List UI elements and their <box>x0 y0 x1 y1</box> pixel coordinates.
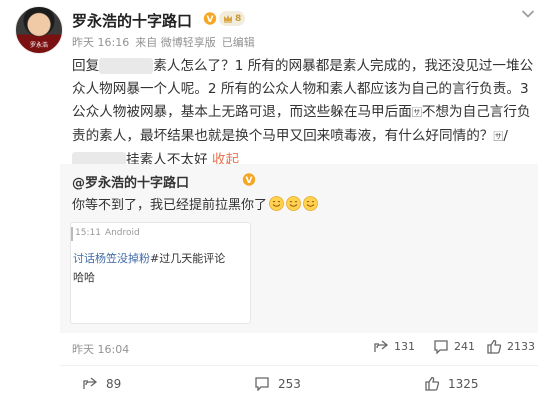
post-source: 来自 微博轻享版 <box>135 36 216 49</box>
emoji-glyph-2: 🈂 <box>493 132 504 143</box>
screenshot-topic-rest: #过几天能评论 <box>150 252 226 265</box>
quoted-comment-action[interactable]: 241 <box>433 339 475 354</box>
vip-badge-icon[interactable]: V <box>203 12 217 25</box>
crown-icon <box>224 15 232 23</box>
reply-prefix: 回复 <box>72 58 100 74</box>
level-number: 8 <box>235 13 242 24</box>
body-part-3: / <box>503 128 508 144</box>
comment-button[interactable]: 253 <box>254 376 301 391</box>
avatar-caption: 罗永浩 <box>29 42 48 49</box>
screenshot-time: 15:11 <box>75 228 101 238</box>
smile-emoji-icon <box>286 196 301 211</box>
quoted-comment-count: 241 <box>454 340 475 353</box>
quoted-repost-count: 131 <box>394 340 415 353</box>
repost-button[interactable]: 89 <box>82 376 121 391</box>
svg-text:V: V <box>246 176 253 186</box>
vip-badge-icon: V <box>242 173 256 186</box>
post-meta: 昨天 16:16 来自 微博轻享版 已编辑 <box>72 34 255 50</box>
repost-count: 89 <box>106 376 122 391</box>
chevron-down-icon[interactable] <box>521 9 535 19</box>
smile-emoji-icon <box>303 196 318 211</box>
share-icon <box>374 340 389 352</box>
author-name[interactable]: 罗永浩的十字路口 <box>72 10 192 31</box>
emoji-glyph: 🈂 <box>411 108 422 119</box>
divider <box>60 365 538 366</box>
quoted-time[interactable]: 昨天 16:04 <box>72 341 129 357</box>
screenshot-device: Android <box>104 228 140 238</box>
weibo-post: 罗永浩 罗永浩的十字路口 V 8 昨天 16:16 来自 微博轻享版 已编辑 回… <box>0 0 550 401</box>
member-level-badge[interactable]: 8 <box>219 11 246 26</box>
like-count: 1325 <box>448 376 479 391</box>
blurred-username: x <box>99 58 154 74</box>
quoted-repost-action[interactable]: 131 <box>373 339 415 354</box>
svg-text:V: V <box>207 15 214 25</box>
screenshot-line2: 哈哈 <box>73 271 95 284</box>
comment-icon <box>434 340 448 354</box>
thumbs-up-icon <box>425 376 440 391</box>
comment-icon <box>255 377 269 391</box>
like-button[interactable]: 1325 <box>424 376 479 391</box>
screenshot-topic-line: 讨话杨笠没掉粉#过几天能评论 <box>73 250 225 266</box>
screenshot-divider <box>71 227 73 241</box>
thumbs-up-icon <box>487 339 502 354</box>
post-time[interactable]: 昨天 16:16 <box>72 34 129 50</box>
quoted-user[interactable]: @罗永浩的十字路口 <box>72 172 189 191</box>
quoted-comment[interactable]: @罗永浩的十字路口 V 你等不到了，我已经提前拉黑你了 15:11 Androi… <box>60 164 538 333</box>
quoted-text: 你等不到了，我已经提前拉黑你了 <box>72 198 268 213</box>
attached-screenshot[interactable]: 15:11 Android 讨话杨笠没掉粉#过几天能评论 哈哈 <box>70 222 251 324</box>
comment-count: 253 <box>278 376 301 391</box>
screenshot-meta: 15:11 Android <box>75 228 140 238</box>
screenshot-topic: 讨话杨笠没掉粉 <box>73 252 150 265</box>
edited-label[interactable]: 已编辑 <box>222 34 255 50</box>
post-body: 回复x素人怎么了？1 所有的网暴都是素人完成的，我还没见过一堆公众人物网暴一个人… <box>72 55 534 172</box>
avatar[interactable]: 罗永浩 <box>15 6 63 54</box>
quoted-text-row: 你等不到了，我已经提前拉黑你了 <box>72 194 318 213</box>
quoted-like-count: 2133 <box>507 340 535 353</box>
quoted-like-action[interactable]: 2133 <box>486 339 535 354</box>
share-icon <box>83 377 98 389</box>
smile-emoji-icon <box>269 196 284 211</box>
